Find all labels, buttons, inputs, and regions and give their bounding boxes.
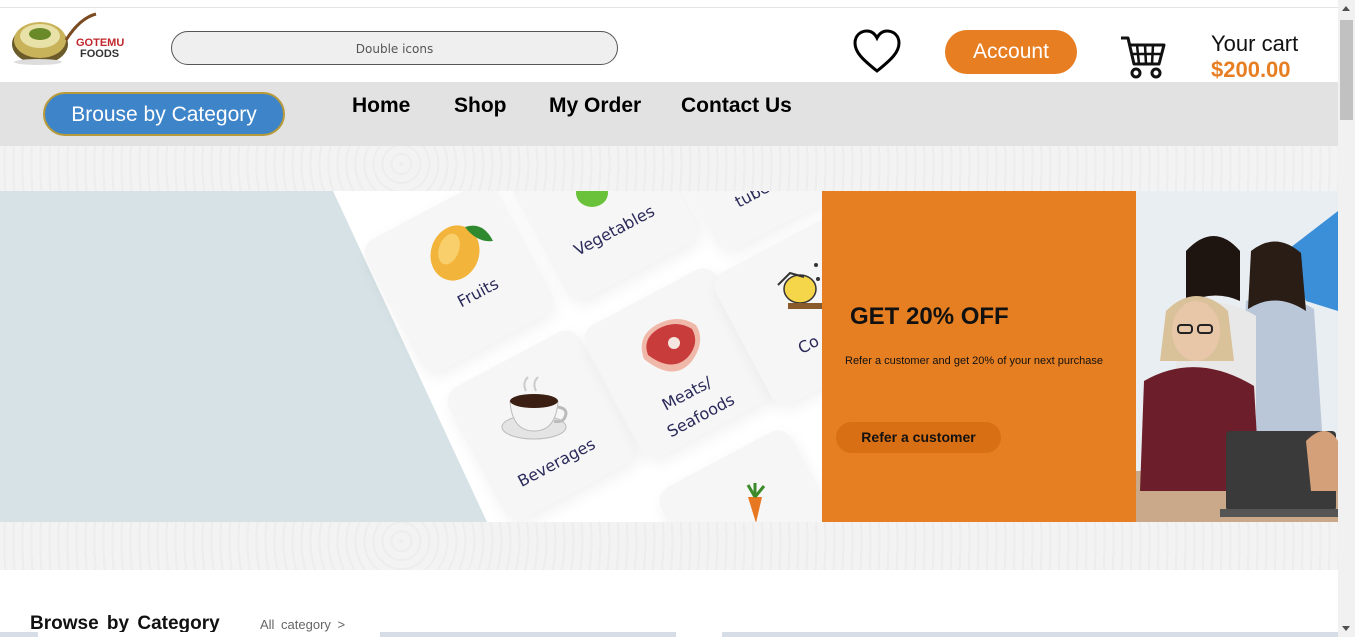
scroll-down-arrow-icon[interactable]	[1342, 626, 1350, 631]
pattern-background	[0, 146, 1338, 191]
cart-label: Your cart	[1211, 31, 1299, 56]
scroll-thumb[interactable]	[1340, 20, 1353, 120]
category-banner[interactable]: Fruits Vegetables tube Beverages Meats/ …	[0, 191, 822, 522]
heart-icon[interactable]	[852, 28, 902, 76]
hero-banner: Fruits Vegetables tube Beverages Meats/ …	[0, 191, 1338, 522]
nav-my-order[interactable]: My Order	[549, 94, 641, 118]
search-input[interactable]: Double icons	[171, 31, 618, 65]
nav-contact-us[interactable]: Contact Us	[681, 94, 792, 118]
all-category-link[interactable]: All category >	[260, 617, 345, 632]
header: GOTEMU FOODS Double icons Account Your c…	[0, 8, 1338, 82]
promo-photo	[1136, 191, 1338, 522]
browse-section: Browse by Category All category >	[0, 570, 1338, 637]
people-laptop-image	[1136, 191, 1338, 522]
gotemu-logo[interactable]: GOTEMU FOODS	[10, 10, 130, 66]
promo-panel: GET 20% OFF Refer a customer and get 20%…	[822, 191, 1136, 522]
category-strip	[0, 632, 1338, 637]
nav-shop[interactable]: Shop	[454, 94, 507, 118]
coffee-cup-icon	[501, 376, 568, 440]
vertical-scrollbar[interactable]	[1338, 0, 1355, 637]
promo-title: GET 20% OFF	[850, 303, 1009, 330]
top-border	[0, 0, 1338, 8]
account-button[interactable]: Account	[945, 30, 1077, 74]
promo-text: Refer a customer and get 20% of your nex…	[845, 355, 1104, 367]
mango-icon	[430, 225, 493, 281]
scroll-up-arrow-icon[interactable]	[1342, 6, 1350, 11]
nav-home[interactable]: Home	[352, 94, 410, 118]
browse-category-button[interactable]: Brouse by Category	[43, 92, 285, 136]
condiment-icon	[777, 263, 822, 309]
carrot-icon	[746, 483, 766, 522]
pattern-background-lower	[0, 522, 1338, 570]
brand-line2: FOODS	[80, 48, 119, 60]
cart-icon[interactable]	[1119, 34, 1167, 80]
cart-total: $200.00	[1211, 57, 1291, 82]
vegetable-icon	[576, 191, 608, 207]
meat-icon	[641, 319, 701, 372]
navbar: Brouse by Category Home Shop My Order Co…	[0, 82, 1338, 146]
refer-customer-button[interactable]: Refer a customer	[836, 422, 1001, 453]
